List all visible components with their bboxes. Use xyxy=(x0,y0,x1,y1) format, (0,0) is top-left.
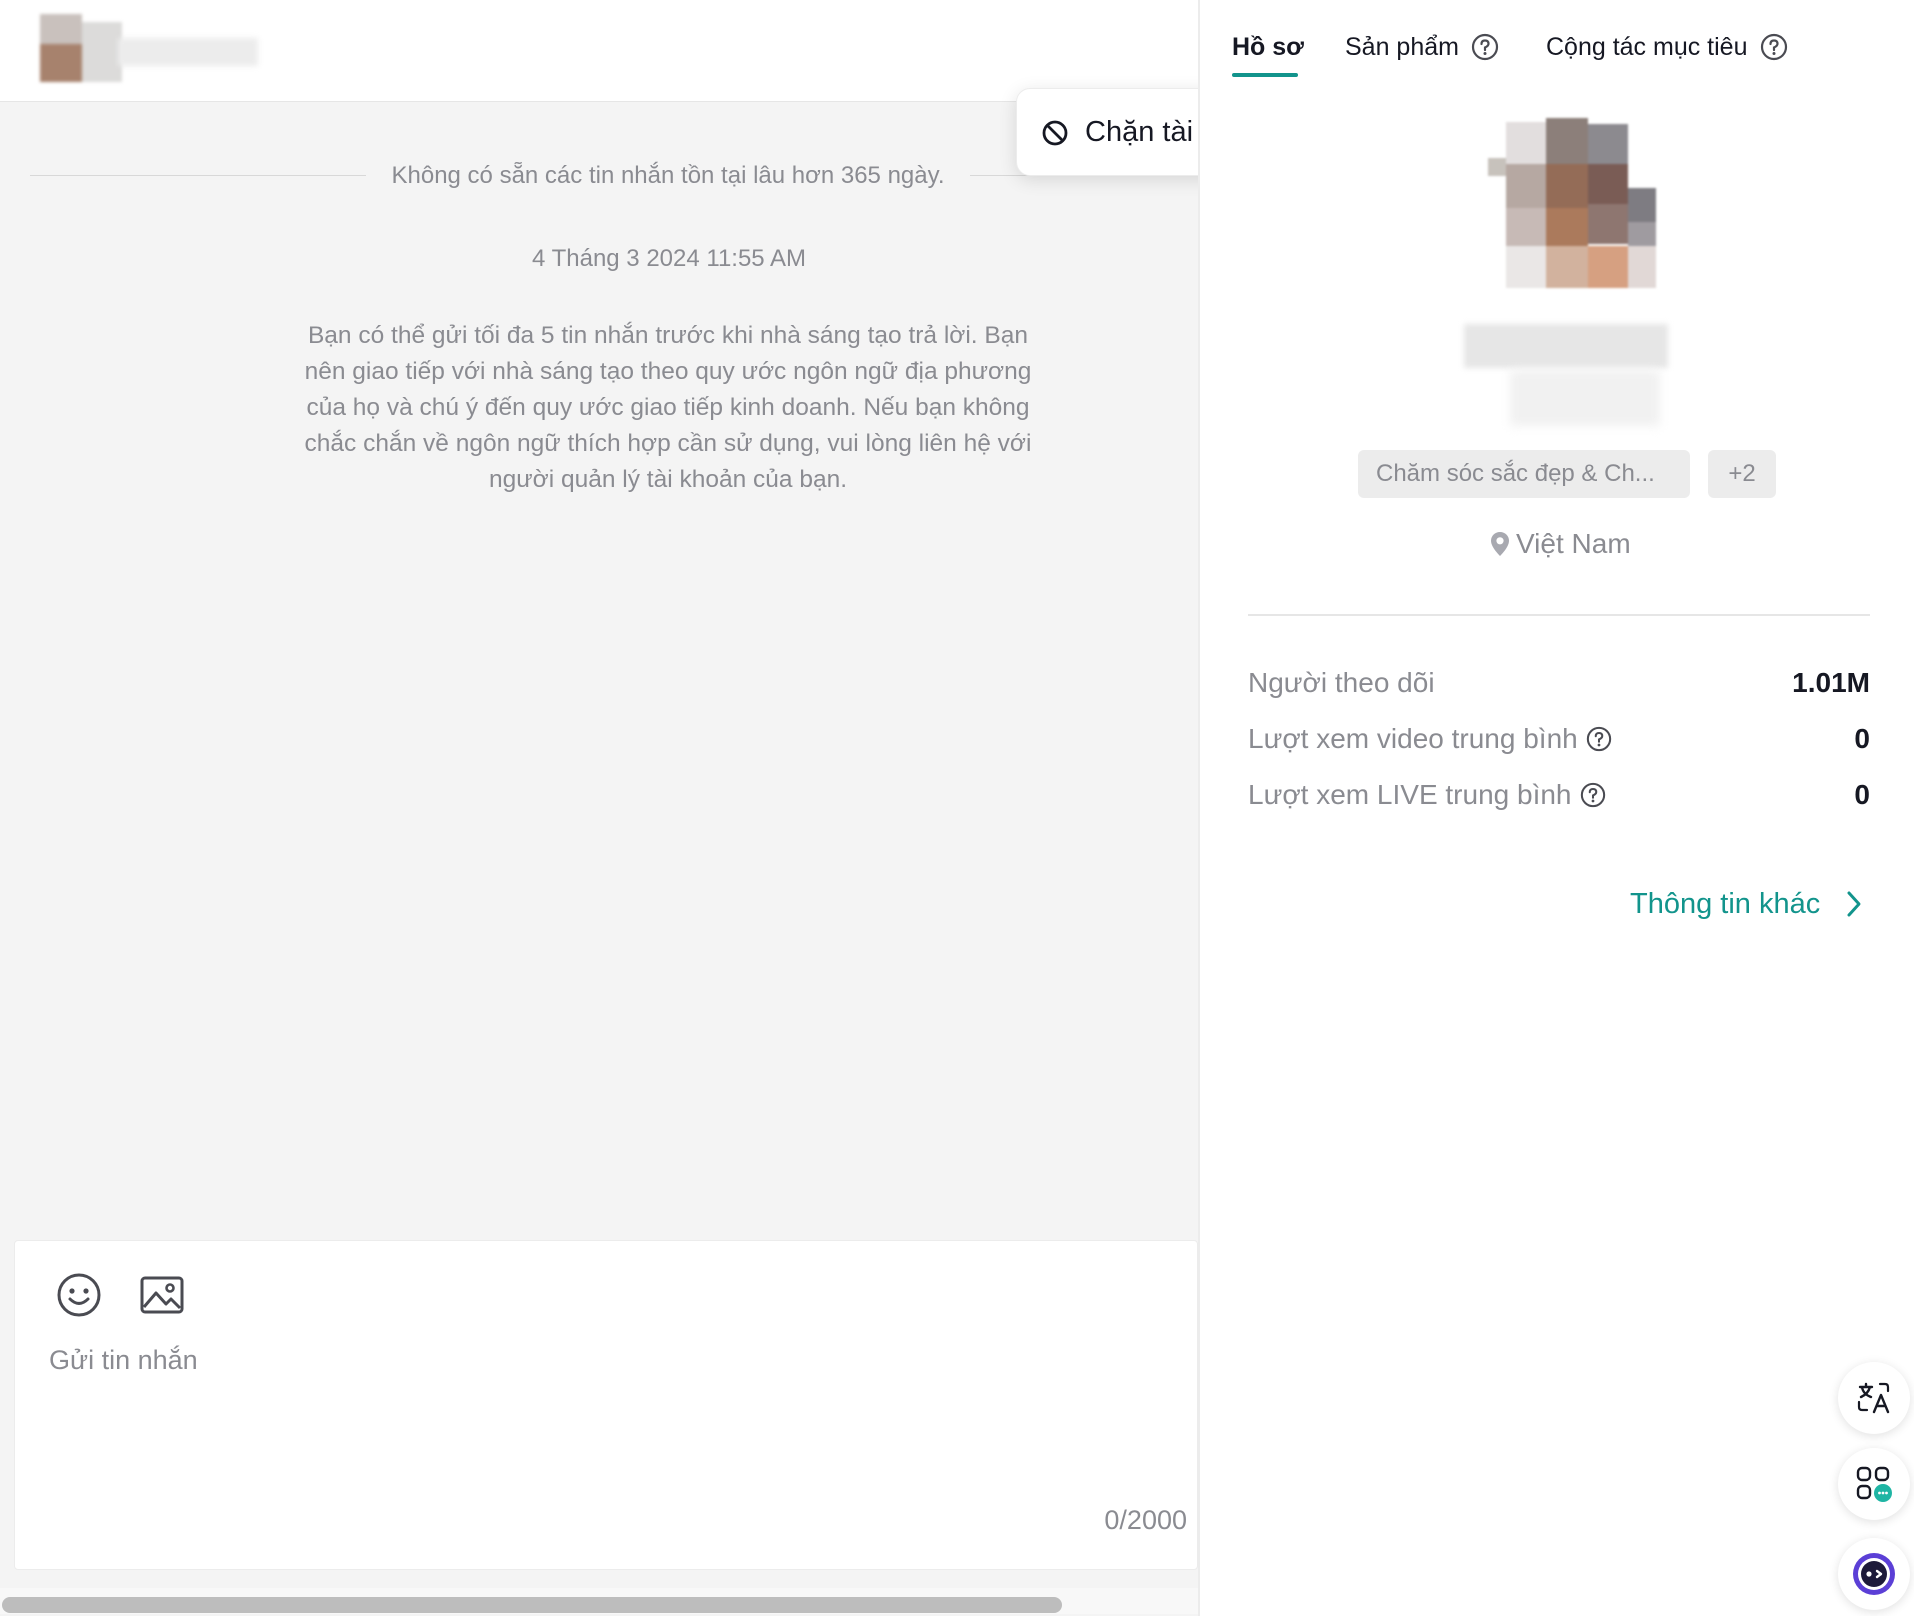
location-pin-icon xyxy=(1491,532,1509,556)
character-counter: 0/2000 xyxy=(1104,1505,1187,1535)
more-info-label: Thông tin khác xyxy=(1630,887,1821,920)
active-tab-indicator xyxy=(1232,73,1298,77)
horizontal-scrollbar-thumb[interactable] xyxy=(2,1597,1062,1613)
message-timestamp: 4 Tháng 3 2024 11:55 AM xyxy=(532,245,806,272)
chat-panel: Không có sẵn các tin nhắn tồn tại lâu hơ… xyxy=(0,0,1198,1616)
creator-avatar-blurred xyxy=(1488,118,1688,314)
system-info-message: Bạn có thể gửi tối đa 5 tin nhắn trước k… xyxy=(304,322,1032,493)
assistant-icon xyxy=(1853,1553,1895,1595)
help-icon[interactable] xyxy=(1586,726,1612,752)
stat-label-text: Người theo dõi xyxy=(1248,667,1435,698)
divider-line xyxy=(30,175,366,176)
tab-target-collaboration[interactable]: Cộng tác mục tiêu xyxy=(1546,26,1788,68)
more-info-link[interactable]: Thông tin khác xyxy=(1630,882,1862,926)
help-icon[interactable] xyxy=(1580,782,1606,808)
creator-handle-blurred xyxy=(1510,370,1660,426)
tab-profile[interactable]: Hồ sơ xyxy=(1232,26,1304,68)
tab-label: Cộng tác mục tiêu xyxy=(1546,33,1748,61)
stat-avg-video-views: Lượt xem video trung bình 0 xyxy=(1248,718,1870,760)
message-composer: 0/2000 xyxy=(14,1240,1198,1570)
help-icon[interactable] xyxy=(1760,33,1788,61)
more-categories-tag[interactable]: +2 xyxy=(1708,450,1776,498)
ban-icon xyxy=(1042,120,1068,146)
apps-chat-button[interactable] xyxy=(1838,1448,1910,1520)
translate-button[interactable] xyxy=(1838,1362,1910,1434)
stat-followers: Người theo dõi 1.01M xyxy=(1248,662,1870,704)
location-text: Việt Nam xyxy=(1516,528,1631,559)
stat-label-text: Lượt xem LIVE trung bình xyxy=(1248,779,1572,810)
translate-icon xyxy=(1857,1382,1890,1414)
retention-notice-text: Không có sẵn các tin nhắn tồn tại lâu hơ… xyxy=(391,162,945,189)
stat-label: Lượt xem video trung bình xyxy=(1248,723,1612,755)
chat-header xyxy=(0,0,1198,102)
help-icon[interactable] xyxy=(1471,33,1499,61)
tab-label: Hồ sơ xyxy=(1232,33,1304,61)
stat-value: 0 xyxy=(1854,723,1870,754)
tab-products[interactable]: Sản phẩm xyxy=(1345,26,1499,68)
creator-name-blurred xyxy=(1464,324,1668,368)
chevron-right-icon xyxy=(1847,891,1861,917)
apps-chat-icon xyxy=(1856,1466,1892,1502)
retention-notice: Không có sẵn các tin nhắn tồn tại lâu hơ… xyxy=(30,158,1170,194)
contact-name-blurred xyxy=(118,38,258,66)
message-input[interactable] xyxy=(49,1345,1149,1505)
section-divider xyxy=(1248,614,1870,616)
contact-avatar-blurred[interactable] xyxy=(40,14,122,82)
stat-value: 1.01M xyxy=(1792,667,1870,698)
category-tag[interactable]: Chăm sóc sắc đẹp & Ch... xyxy=(1358,450,1690,498)
stat-value: 0 xyxy=(1854,779,1870,810)
image-icon[interactable] xyxy=(139,1273,185,1317)
smiley-icon[interactable] xyxy=(55,1271,103,1319)
stat-label: Lượt xem LIVE trung bình xyxy=(1248,779,1606,811)
creator-location: Việt Nam xyxy=(1490,524,1631,564)
stat-label: Người theo dõi xyxy=(1248,667,1435,699)
assistant-button[interactable] xyxy=(1838,1538,1910,1610)
tab-label: Sản phẩm xyxy=(1345,33,1459,61)
stat-avg-live-views: Lượt xem LIVE trung bình 0 xyxy=(1248,774,1870,816)
stat-label-text: Lượt xem video trung bình xyxy=(1248,723,1578,754)
